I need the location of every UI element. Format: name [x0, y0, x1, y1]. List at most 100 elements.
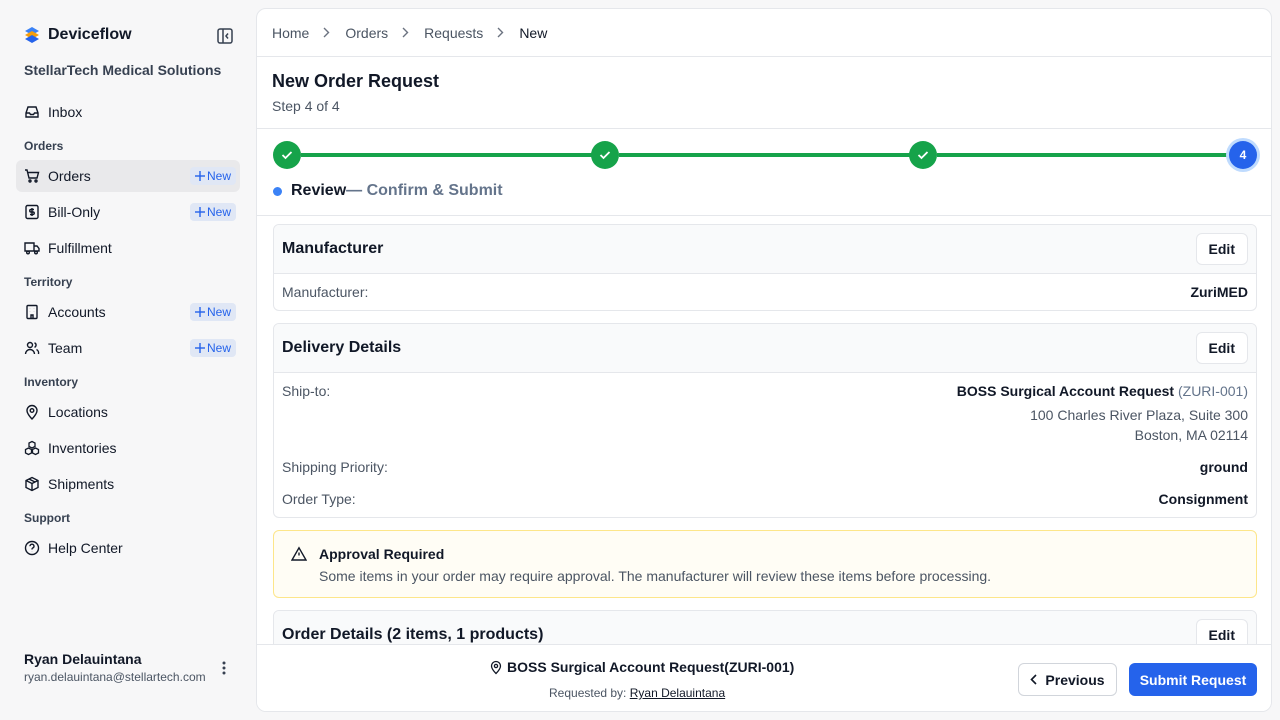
- collapse-sidebar-icon[interactable]: [216, 27, 234, 45]
- new-order-button[interactable]: New: [189, 167, 236, 185]
- main-panel: Home Orders Requests New New Order Reque…: [256, 8, 1272, 712]
- section-label-inventory: Inventory: [24, 375, 79, 389]
- sidebar-item-inventories[interactable]: Inventories: [16, 432, 240, 464]
- manufacturer-card: Manufacturer Edit Manufacturer: ZuriMED: [273, 224, 1257, 311]
- priority-value: ground: [1199, 459, 1248, 475]
- sidebar-item-locations[interactable]: Locations: [16, 396, 240, 428]
- step-sublabel: — Confirm & Submit: [346, 182, 503, 199]
- breadcrumb: Home Orders Requests New: [272, 9, 547, 56]
- user-email: ryan.delauintana@stellartech.com: [24, 670, 206, 684]
- chevron-right-icon: [323, 27, 331, 39]
- sidebar-item-team[interactable]: Team New: [16, 332, 240, 364]
- edit-order-details-button[interactable]: Edit: [1195, 619, 1248, 644]
- section-label-territory: Territory: [24, 275, 73, 289]
- delivery-details-card: Delivery Details Edit Ship-to: BOSS Surg…: [273, 323, 1257, 518]
- step-connector-1: [301, 153, 593, 157]
- delivery-rows: Ship-to: BOSS Surgical Account Request (…: [274, 373, 1256, 517]
- sidebar-item-shipments[interactable]: Shipments: [16, 468, 240, 500]
- footer-account: BOSS Surgical Account Request(ZURI-001): [489, 659, 794, 675]
- step-bullet: [273, 186, 282, 196]
- stepper: 4 Review — Confirm & Submit: [257, 129, 1271, 215]
- boxes-icon: [24, 440, 40, 456]
- deviceflow-logo-icon: [25, 27, 39, 43]
- package-icon: [24, 476, 40, 492]
- sidebar-item-inbox[interactable]: Inbox: [16, 96, 240, 128]
- submit-request-button[interactable]: Submit Request: [1129, 663, 1257, 696]
- sidebar-item-accounts[interactable]: Accounts New: [16, 296, 240, 328]
- footer-account-name: BOSS Surgical Account Request(ZURI-001): [507, 659, 795, 675]
- plus-icon: [194, 307, 205, 317]
- sidebar-nav: Inbox Orders Orders New Bill-Only New Fu…: [16, 96, 240, 568]
- plus-icon: [194, 343, 205, 353]
- requested-by: Requested by: Ryan Delauintana: [549, 686, 725, 700]
- sidebar: Deviceflow StellarTech Medical Solutions…: [0, 0, 256, 720]
- priority-label: Shipping Priority:: [282, 459, 388, 475]
- step-name: Review: [291, 182, 347, 199]
- sidebar-item-label: Inventories: [48, 440, 117, 456]
- brand[interactable]: Deviceflow: [24, 26, 132, 44]
- step-2-complete[interactable]: [591, 141, 619, 169]
- sidebar-item-fulfillment[interactable]: Fulfillment: [16, 232, 240, 264]
- location-pin-icon: [490, 660, 502, 674]
- order-type-value: Consignment: [1158, 491, 1248, 507]
- order-details-card: Order Details (2 items, 1 products) Edit: [273, 610, 1257, 644]
- section-label-orders: Orders: [24, 139, 64, 153]
- page-step: Step 4 of 4: [272, 98, 340, 114]
- chevron-right-icon: [497, 27, 505, 39]
- manufacturer-value: ZuriMED: [1190, 284, 1248, 300]
- new-bill-only-button[interactable]: New: [189, 203, 236, 221]
- chevron-right-icon: [402, 27, 410, 39]
- section-label-support: Support: [24, 511, 70, 525]
- edit-delivery-button[interactable]: Edit: [1195, 332, 1248, 364]
- requested-by-link[interactable]: Ryan Delauintana: [630, 686, 725, 700]
- footer-bar: BOSS Surgical Account Request(ZURI-001) …: [257, 644, 1271, 711]
- alert-text: Some items in your order may require app…: [319, 568, 992, 584]
- card-header: Delivery Details Edit: [274, 324, 1256, 373]
- sidebar-item-label: Orders: [48, 168, 91, 184]
- user-profile[interactable]: Ryan Delauintana ryan.delauintana@stella…: [24, 651, 234, 684]
- more-vertical-icon[interactable]: [216, 658, 232, 678]
- dollar-icon: [24, 204, 40, 220]
- manufacturer-row: Manufacturer: ZuriMED: [274, 274, 1256, 310]
- step-1-complete[interactable]: [273, 141, 301, 169]
- new-badge-label: New: [206, 341, 231, 355]
- user-name: Ryan Delauintana: [24, 651, 142, 667]
- previous-label: Previous: [1045, 671, 1105, 688]
- help-circle-icon: [24, 540, 40, 556]
- divider: [257, 56, 1271, 57]
- alert-title: Approval Required: [319, 546, 445, 562]
- new-badge-label: New: [206, 205, 231, 219]
- sidebar-item-bill-only[interactable]: Bill-Only New: [16, 196, 240, 228]
- new-account-button[interactable]: New: [189, 303, 236, 321]
- step-4-current[interactable]: 4: [1229, 141, 1257, 169]
- review-content[interactable]: Manufacturer Edit Manufacturer: ZuriMED …: [257, 216, 1271, 644]
- step-label: Review — Confirm & Submit: [273, 182, 503, 200]
- sidebar-item-label: Accounts: [48, 304, 106, 320]
- cart-icon: [24, 168, 40, 184]
- check-icon: [281, 151, 293, 160]
- step-3-complete[interactable]: [909, 141, 937, 169]
- card-header: Order Details (2 items, 1 products) Edit: [274, 611, 1256, 644]
- building-icon: [24, 304, 40, 320]
- breadcrumb-orders[interactable]: Orders: [345, 25, 388, 41]
- new-team-member-button[interactable]: New: [189, 339, 236, 357]
- sidebar-item-label: Locations: [48, 404, 108, 420]
- breadcrumb-home[interactable]: Home: [272, 25, 309, 41]
- map-pin-icon: [24, 404, 40, 420]
- sidebar-item-help-center[interactable]: Help Center: [16, 532, 240, 564]
- edit-manufacturer-button[interactable]: Edit: [1195, 233, 1248, 265]
- check-icon: [917, 151, 929, 160]
- sidebar-item-orders[interactable]: Orders New: [16, 160, 240, 192]
- previous-button[interactable]: Previous: [1018, 663, 1117, 696]
- plus-icon: [194, 207, 205, 217]
- order-type-label: Order Type:: [282, 491, 356, 507]
- card-title: Manufacturer: [282, 240, 384, 257]
- ship-to-label: Ship-to:: [282, 383, 331, 399]
- breadcrumb-requests[interactable]: Requests: [424, 25, 483, 41]
- card-title: Delivery Details: [282, 339, 402, 356]
- users-icon: [24, 340, 40, 356]
- truck-icon: [24, 240, 40, 256]
- sidebar-item-label: Fulfillment: [48, 240, 112, 256]
- address-line-1: 100 Charles River Plaza, Suite 300: [1030, 407, 1248, 423]
- breadcrumb-current: New: [519, 24, 548, 41]
